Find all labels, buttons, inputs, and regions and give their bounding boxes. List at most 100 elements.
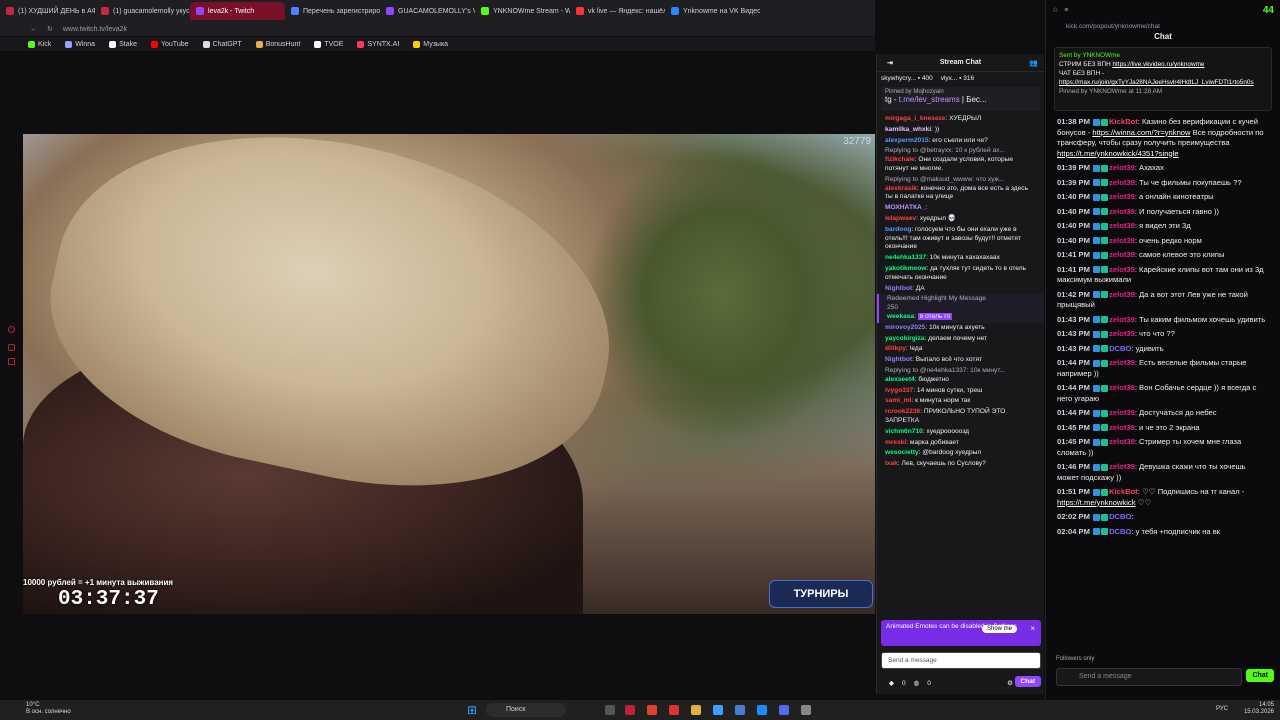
kick-star-icon[interactable]: ☆ <box>1052 6 1058 14</box>
kick-pinned-link1[interactable]: https://live.vkvideo.ru/ynknowme <box>1112 61 1204 68</box>
windows-start-icon[interactable]: ⊞ <box>467 704 479 716</box>
pinned-message[interactable]: Pinned by Mojhozyain tg - t.me/lev_strea… <box>881 87 1040 111</box>
users-icon[interactable]: 👥 <box>1029 59 1038 67</box>
kick-username[interactable]: zelot39 <box>1109 250 1135 259</box>
record-icon[interactable] <box>8 326 15 333</box>
chat-username[interactable]: kamilka_whxki <box>885 126 931 133</box>
bookmark-item[interactable]: Музыка <box>413 40 448 48</box>
pinned-link[interactable]: t.me/lev_streams <box>899 95 960 104</box>
bookmark-item[interactable]: SYNTX.AI <box>357 40 399 48</box>
kick-username[interactable]: zelot39 <box>1109 462 1135 471</box>
kick-username[interactable]: zelot39 <box>1109 408 1135 417</box>
discord-icon[interactable] <box>779 705 789 715</box>
chat-username[interactable]: mirgaga_i_kneseze <box>885 115 945 122</box>
bits-icon[interactable]: ◆ <box>889 679 894 687</box>
bookmark-item[interactable]: TVOE <box>314 40 343 48</box>
kick-chat-button[interactable]: Chat <box>1246 669 1274 682</box>
kick-menu-icon[interactable]: ≡ <box>1064 7 1068 14</box>
kick-username[interactable]: zelot39 <box>1109 423 1135 432</box>
chat-username[interactable]: mirovoy2025 <box>885 324 925 331</box>
chat-username[interactable]: ne4ehka1337 <box>885 254 926 261</box>
chat-username[interactable]: wesocietty <box>885 449 919 456</box>
kick-username[interactable]: zelot39 <box>1109 192 1135 201</box>
clip-icon[interactable] <box>8 358 15 365</box>
browser-tab[interactable]: Перечень зарегистриров <box>285 2 380 20</box>
leader-item[interactable]: vlyx... ▪ 316 <box>941 75 974 82</box>
show-me-button[interactable]: Show me <box>981 625 1017 633</box>
browser-tab[interactable]: YNKNOWme Stream - Wi <box>475 2 570 20</box>
close-icon[interactable]: × <box>1030 624 1035 633</box>
steam-icon[interactable] <box>735 705 745 715</box>
kick-username[interactable]: zelot39 <box>1109 315 1135 324</box>
kick-username[interactable]: zelot39 <box>1109 236 1135 245</box>
chrome-icon[interactable] <box>647 705 657 715</box>
kick-username[interactable]: DCBO <box>1109 344 1131 353</box>
chat-username[interactable]: МОХНАТКА_ <box>885 204 925 211</box>
task-view-icon[interactable] <box>605 705 615 715</box>
browser-tab[interactable]: vk live — Яндекс: нашёл <box>570 2 665 20</box>
kick-username[interactable]: zelot39 <box>1109 265 1135 274</box>
browser-tab[interactable]: GUACAMOLEMOLLY's Vi <box>380 2 475 20</box>
kick-link[interactable]: https://t.me/ynknowkick <box>1057 498 1136 507</box>
chat-username[interactable]: ivygo337 <box>885 387 913 394</box>
reply-context[interactable]: Replying to @ne4ehka1337: 10к минут... <box>885 367 1036 376</box>
chat-username[interactable]: vichm6n710 <box>885 428 923 435</box>
collapse-icon[interactable]: ⇥ <box>887 59 893 67</box>
address-bar[interactable]: ← ↻ www.twitch.tv/leva2k <box>0 22 875 36</box>
chat-username[interactable]: lelapwaev <box>885 215 916 222</box>
video-player[interactable]: 32779 10000 рублей = +1 минута выживания… <box>23 134 875 614</box>
chat-username[interactable]: Nightbot <box>885 356 912 363</box>
explorer-icon[interactable] <box>691 705 701 715</box>
kick-username[interactable]: zelot39 <box>1109 290 1135 299</box>
chat-username[interactable]: weekasa <box>887 313 914 320</box>
chat-username[interactable]: Nightbot <box>885 285 912 292</box>
kick-username[interactable]: zelot39 <box>1109 221 1135 230</box>
kick-url[interactable]: kick.com/popout/ynknowme/chat <box>1046 20 1280 32</box>
kick-chat-input[interactable]: Send a message <box>1056 668 1242 686</box>
chat-username[interactable]: alexseet4 <box>885 376 915 383</box>
chat-username[interactable]: Ixak <box>885 460 898 467</box>
app-icon[interactable] <box>757 705 767 715</box>
kick-username[interactable]: zelot39 <box>1109 178 1135 187</box>
chat-username[interactable]: dilikpy <box>885 345 906 352</box>
bookmark-item[interactable]: BonusHunt <box>255 40 300 48</box>
panel-icon[interactable] <box>8 344 15 351</box>
kick-username[interactable]: zelot39 <box>1109 383 1135 392</box>
bookmark-item[interactable]: YouTube <box>150 40 189 48</box>
telegram-icon[interactable] <box>713 705 723 715</box>
kick-username[interactable]: KickBot <box>1109 487 1138 496</box>
chat-username[interactable]: fizikchale <box>885 156 915 163</box>
chat-input[interactable]: Send a message <box>881 652 1041 669</box>
kick-username[interactable]: zelot39 <box>1109 437 1135 446</box>
back-icon[interactable]: ← <box>30 26 37 33</box>
bookmark-item[interactable]: Winna <box>65 40 95 48</box>
kick-pinned[interactable]: Sent by YNKNOWme СТРИМ БЕЗ ВПН https://l… <box>1054 47 1272 111</box>
kick-username[interactable]: zelot39 <box>1109 358 1135 367</box>
browser-tab[interactable]: Ynknowme на VK Видео L <box>665 2 760 20</box>
browser-tab[interactable]: (1) ХУДШИЙ ДЕНЬ в АФР <box>0 2 95 20</box>
kick-username[interactable]: zelot39 <box>1109 207 1135 216</box>
url-text[interactable]: www.twitch.tv/leva2k <box>63 26 127 33</box>
language-indicator[interactable]: РУС <box>1216 706 1228 712</box>
points-icon[interactable]: ◍ <box>914 679 920 687</box>
settings-app-icon[interactable] <box>801 705 811 715</box>
bookmark-item[interactable]: Stake <box>109 40 137 48</box>
kick-username[interactable]: zelot39 <box>1109 163 1135 172</box>
chat-username[interactable]: sami_ml <box>885 397 911 404</box>
chat-username[interactable]: mreski <box>885 439 906 446</box>
kick-link[interactable]: https://winna.com/?r=ynknow <box>1092 128 1190 137</box>
chat-username[interactable]: bardoog <box>885 226 911 233</box>
kick-username[interactable]: KickBot <box>1109 117 1138 126</box>
weather-widget[interactable]: 10°C В осн. солнечно <box>26 702 71 716</box>
kick-username[interactable]: DCBO <box>1109 512 1131 521</box>
reload-icon[interactable]: ↻ <box>47 25 53 33</box>
yandex-icon[interactable] <box>669 705 679 715</box>
taskbar-search[interactable]: Поиск <box>486 703 566 717</box>
kick-username[interactable]: zelot39 <box>1109 329 1135 338</box>
bookmark-item[interactable]: ChatGPT <box>202 40 242 48</box>
kick-pinned-link2[interactable]: https://max.ru/join/gxTyYJa28NAJeeHsvlr4… <box>1059 78 1267 87</box>
reply-context[interactable]: Replying to @betrayxx: 10 к рублей ах... <box>885 147 1036 156</box>
bookmark-item[interactable]: Kick <box>28 40 51 48</box>
reply-context[interactable]: Replying to @maksud_wwww: что хуж... <box>885 176 1036 185</box>
kick-username[interactable]: DCBO <box>1109 527 1131 536</box>
